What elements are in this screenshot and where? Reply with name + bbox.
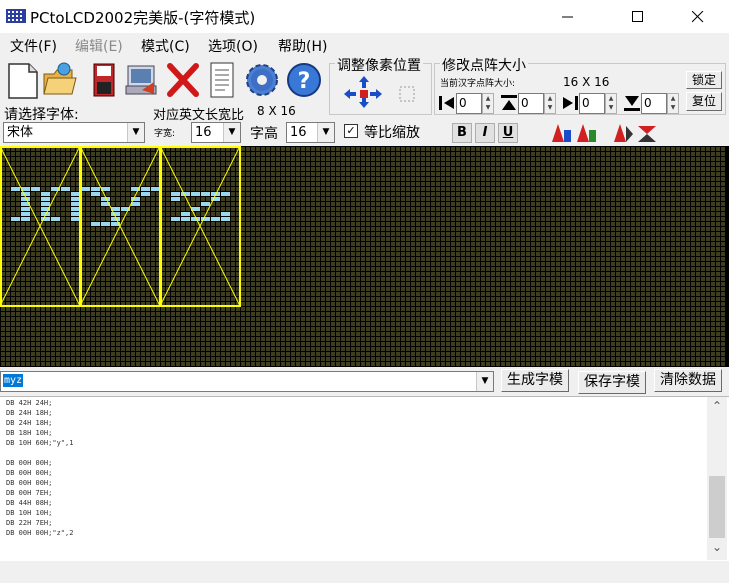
gear-icon[interactable] [244, 60, 280, 100]
maximize-icon [632, 10, 643, 22]
chevron-down-icon[interactable]: ▼ [476, 372, 493, 391]
char-height-select[interactable]: 16 ▼ [286, 122, 335, 143]
minimize-icon [562, 16, 573, 17]
top-spin-arrows[interactable]: ▲ ▼ [544, 93, 556, 114]
maximize-button[interactable] [615, 0, 661, 33]
output-text-area[interactable] [0, 396, 729, 561]
underline-button[interactable]: U [498, 123, 518, 143]
delete-x-icon[interactable] [165, 60, 201, 100]
bottom-spin-value[interactable]: 0 [641, 93, 667, 114]
output-line: DB 10H 10H; [6, 509, 53, 517]
aspect-ratio-label: 对应英文长宽比 [153, 108, 245, 123]
text-input-value[interactable]: myz [3, 374, 24, 387]
rotate-right-icon[interactable] [575, 122, 597, 144]
open-folder-icon[interactable] [42, 60, 78, 100]
new-file-icon[interactable] [5, 60, 41, 100]
pixel-shift-controls [344, 76, 415, 108]
pixel-adjust-title: 调整像素位置 [335, 55, 423, 75]
proportional-scale-label: 等比缩放 [364, 125, 420, 141]
output-line: DB 18H 10H; [6, 429, 53, 437]
shrink-right-icon [563, 96, 578, 110]
left-spin-arrows[interactable]: ▲ ▼ [482, 93, 494, 114]
rotate-left-icon[interactable] [550, 122, 572, 144]
bottom-spin-arrows[interactable]: ▲ ▼ [667, 93, 679, 114]
notepad-icon[interactable] [203, 60, 239, 100]
font-select-label: 请选择字体: [4, 107, 79, 123]
generate-font-button[interactable]: 生成字模 [501, 369, 569, 392]
menu-file[interactable]: 文件(F) [10, 36, 57, 56]
left-spin-value[interactable]: 0 [456, 93, 482, 114]
status-strip [0, 561, 729, 583]
export-icon[interactable] [124, 60, 160, 100]
shrink-top-icon [501, 95, 517, 110]
scrollbar-thumb[interactable] [709, 476, 725, 538]
menu-mode[interactable]: 模式(C) [141, 36, 190, 56]
shrink-bottom-icon [624, 96, 640, 111]
chevron-down-icon: ▼ [223, 123, 240, 142]
close-icon [692, 10, 704, 22]
output-line: DB 22H 7EH; [6, 519, 53, 527]
svg-text:?: ? [298, 69, 311, 94]
close-button[interactable] [675, 0, 721, 33]
font-select-value: 宋体 [7, 125, 34, 140]
menu-edit[interactable]: 编辑(E) [75, 36, 123, 56]
matrix-off-pixels [1, 147, 725, 366]
output-line: DB 24H 18H; [6, 409, 53, 417]
right-spin-arrows[interactable]: ▲ ▼ [605, 93, 617, 114]
save-disk-icon[interactable] [86, 60, 122, 100]
output-line: DB 10H 60H;"y",1 [6, 439, 74, 447]
italic-button[interactable]: I [475, 123, 495, 143]
shrink-left-icon [439, 96, 454, 110]
scroll-down-icon[interactable]: ⌄ [707, 540, 727, 558]
output-line: DB 44H 08H; [6, 499, 53, 507]
right-spin-value[interactable]: 0 [579, 93, 605, 114]
output-line: DB 00H 00H; [6, 459, 53, 467]
app-icon [6, 9, 26, 23]
char-width-select[interactable]: 16 ▼ [191, 122, 241, 143]
chevron-down-icon: ▼ [127, 123, 144, 142]
output-line: DB 00H 00H; [6, 479, 53, 487]
char-height-label: 字高 [250, 126, 278, 142]
char-height-value: 16 [290, 125, 307, 140]
menu-help[interactable]: 帮助(H) [278, 36, 327, 56]
flip-horizontal-icon[interactable] [636, 122, 658, 144]
output-line: DB 24H 18H; [6, 419, 53, 427]
scroll-up-icon[interactable]: ⌃ [707, 399, 727, 417]
font-select[interactable]: 宋体 ▼ [3, 122, 145, 143]
top-spin-value[interactable]: 0 [518, 93, 544, 114]
menu-options[interactable]: 选项(O) [208, 36, 258, 56]
chevron-down-icon: ▼ [317, 123, 334, 142]
current-size-value: 16 X 16 [563, 75, 610, 89]
bold-button[interactable]: B [452, 123, 472, 143]
flip-vertical-icon[interactable] [612, 122, 634, 144]
output-line: DB 00H 00H; [6, 469, 53, 477]
output-line: DB 42H 24H; [6, 399, 53, 407]
proportional-scale-checkbox[interactable]: ✓ [344, 124, 358, 138]
current-size-label: 当前汉字点阵大小: [440, 79, 516, 89]
save-font-button[interactable]: 保存字模 [578, 371, 646, 394]
char-width-value: 16 [195, 125, 212, 140]
aspect-ratio-value: 8 X 16 [257, 104, 296, 118]
char-width-label: 字宽: [154, 129, 176, 139]
matrix-size-title: 修改点阵大小 [440, 55, 528, 75]
lock-button[interactable]: 锁定 [686, 71, 722, 89]
minimize-button[interactable] [545, 0, 591, 33]
text-input-combo[interactable]: myz ▼ [0, 371, 494, 392]
output-line: DB 00H 00H;"z",2 [6, 529, 74, 537]
dot-matrix-canvas[interactable] [0, 146, 729, 367]
output-line: DB 00H 7EH; [6, 489, 53, 497]
clear-data-button[interactable]: 清除数据 [654, 369, 722, 392]
reset-button[interactable]: 复位 [686, 92, 722, 111]
help-question-icon[interactable]: ? [286, 60, 322, 100]
window-title: PCtoLCD2002完美版-(字符模式) [30, 9, 256, 27]
